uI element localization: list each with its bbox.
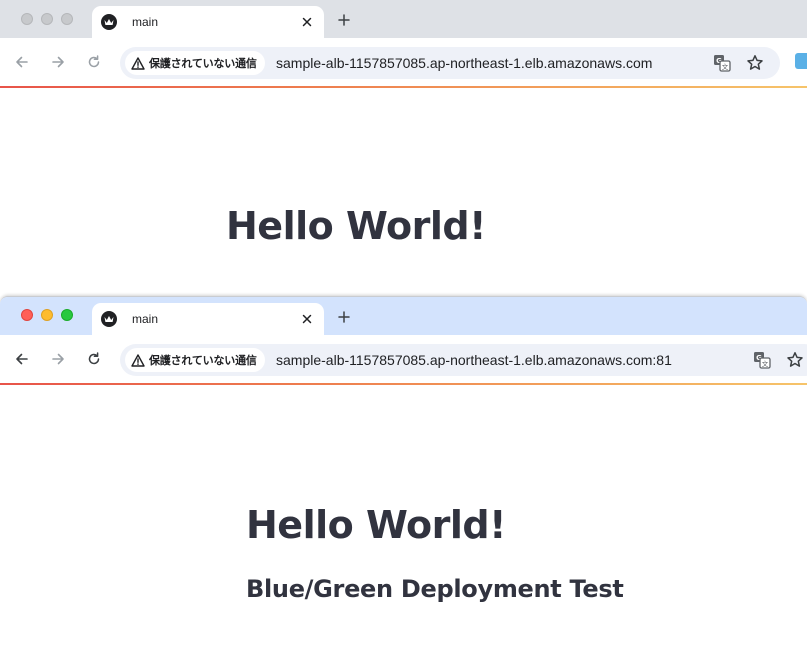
zoom-window-button[interactable] <box>61 309 73 321</box>
bookmark-star-icon <box>747 55 763 70</box>
url-text[interactable]: sample-alb-1157857085.ap-northeast-1.elb… <box>276 352 672 368</box>
back-button[interactable] <box>12 349 32 369</box>
extension-icon[interactable] <box>795 53 807 69</box>
window-controls <box>21 13 73 25</box>
reload-icon <box>88 352 100 365</box>
browser-window-port-81: main 保護されていない通信 sample-alb-1157857085.ap… <box>0 296 807 672</box>
translate-button[interactable]: G文 <box>712 53 732 73</box>
close-window-button[interactable] <box>21 309 33 321</box>
zoom-window-button[interactable] <box>61 13 73 25</box>
crown-favicon-icon <box>101 311 117 327</box>
close-window-button[interactable] <box>21 13 33 25</box>
translate-button[interactable]: G文 <box>752 350 772 370</box>
page-content: Hello World! <box>0 88 807 296</box>
window-controls <box>21 309 73 321</box>
forward-arrow-icon <box>52 56 64 68</box>
translate-icon: G文 <box>714 55 731 72</box>
reload-button[interactable] <box>84 349 104 369</box>
security-label: 保護されていない通信 <box>149 355 257 367</box>
minimize-window-button[interactable] <box>41 13 53 25</box>
minimize-window-button[interactable] <box>41 309 53 321</box>
toolbar: 保護されていない通信 sample-alb-1157857085.ap-nort… <box>0 335 807 383</box>
crown-favicon-icon <box>101 14 117 30</box>
tab-main[interactable]: main <box>92 303 324 335</box>
toolbar: 保護されていない通信 sample-alb-1157857085.ap-nort… <box>0 38 807 86</box>
warning-triangle-icon <box>131 56 145 70</box>
url-text[interactable]: sample-alb-1157857085.ap-northeast-1.elb… <box>276 55 652 71</box>
plus-icon <box>338 14 350 26</box>
back-button[interactable] <box>12 52 32 72</box>
back-arrow-icon <box>16 353 28 365</box>
tab-title: main <box>132 312 159 326</box>
plus-icon <box>338 311 350 323</box>
close-icon[interactable] <box>299 14 315 30</box>
forward-button[interactable] <box>48 349 68 369</box>
forward-button[interactable] <box>48 52 68 72</box>
page-heading: Hello World! <box>246 503 506 547</box>
close-icon[interactable] <box>299 311 315 327</box>
reload-button[interactable] <box>84 52 104 72</box>
new-tab-button[interactable] <box>334 10 354 30</box>
new-tab-button[interactable] <box>334 307 354 327</box>
page-subheading: Blue/Green Deployment Test <box>246 575 624 603</box>
translate-icon: G文 <box>754 352 771 369</box>
security-label: 保護されていない通信 <box>149 58 257 70</box>
svg-text:文: 文 <box>762 359 769 368</box>
tab-strip: main <box>0 0 807 38</box>
address-bar[interactable]: 保護されていない通信 sample-alb-1157857085.ap-nort… <box>120 47 780 79</box>
browser-window-port-80: main 保護されていない通信 sample-alb-1157857085.ap… <box>0 0 807 296</box>
tab-title: main <box>132 15 159 29</box>
reload-icon <box>88 55 100 68</box>
tab-strip: main <box>0 297 807 335</box>
security-chip[interactable]: 保護されていない通信 <box>125 348 265 372</box>
tab-main[interactable]: main <box>92 6 324 38</box>
bookmark-button[interactable] <box>785 350 805 370</box>
page-heading: Hello World! <box>226 204 486 248</box>
forward-arrow-icon <box>52 353 64 365</box>
page-content: Hello World! Blue/Green Deployment Test <box>0 385 807 672</box>
warning-triangle-icon <box>131 353 145 367</box>
back-arrow-icon <box>16 56 28 68</box>
bookmark-button[interactable] <box>745 53 765 73</box>
bookmark-star-icon <box>787 352 803 367</box>
address-bar[interactable]: 保護されていない通信 sample-alb-1157857085.ap-nort… <box>120 344 807 376</box>
svg-text:文: 文 <box>722 62 729 71</box>
security-chip[interactable]: 保護されていない通信 <box>125 51 265 75</box>
